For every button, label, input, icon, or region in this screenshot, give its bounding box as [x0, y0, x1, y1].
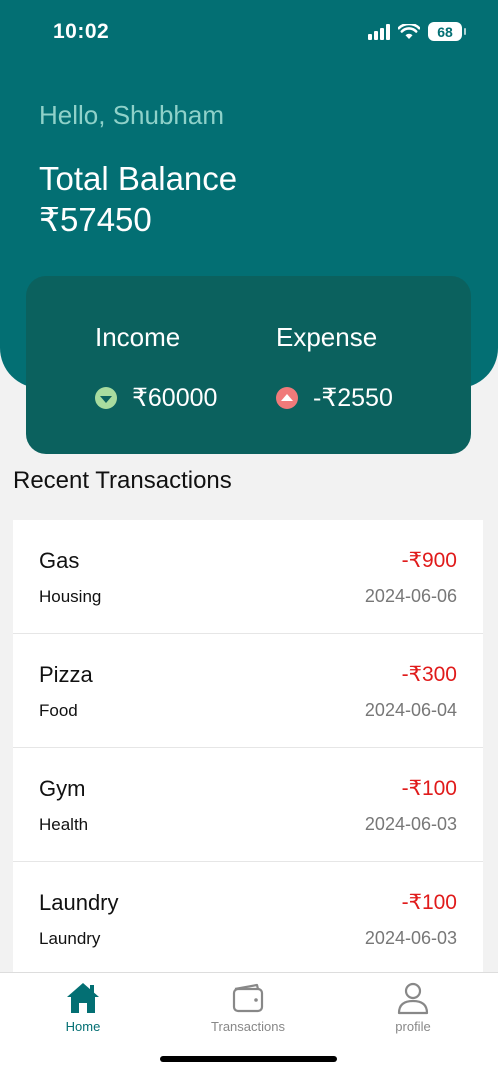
- tab-profile[interactable]: profile: [353, 973, 473, 1034]
- battery-icon: 68: [428, 22, 466, 41]
- transaction-date: 2024-06-03: [364, 928, 457, 948]
- transaction-date: 2024-06-03: [364, 814, 457, 834]
- income-label: Income: [95, 322, 181, 352]
- transaction-row[interactable]: Pizza Food -₹300 2024-06-04: [13, 634, 483, 748]
- status-icons: 68: [368, 22, 466, 41]
- recent-transactions-title: Recent Transactions: [13, 467, 232, 494]
- transaction-amount: -₹100: [401, 891, 457, 914]
- tab-home[interactable]: Home: [23, 973, 143, 1034]
- transaction-amount: -₹100: [401, 777, 457, 800]
- transaction-category: Laundry: [39, 929, 101, 948]
- status-time: 10:02: [53, 20, 110, 43]
- expense-value: -₹2550: [313, 384, 393, 412]
- signal-icon: [368, 23, 390, 40]
- balance-value: ₹57450: [39, 201, 152, 238]
- greeting: Hello, Shubham: [39, 100, 224, 130]
- transaction-name: Laundry: [39, 890, 119, 915]
- income-summary: Income ₹60000: [95, 322, 217, 413]
- transaction-date: 2024-06-06: [364, 586, 457, 606]
- arrow-down-icon: [95, 387, 117, 409]
- person-icon: [397, 982, 429, 1015]
- transaction-row[interactable]: Gas Housing -₹900 2024-06-06: [13, 520, 483, 634]
- status-bar: 10:02 68: [0, 0, 498, 66]
- transaction-name: Gym: [39, 776, 86, 801]
- transaction-category: Food: [39, 701, 78, 720]
- balance-title: Total Balance: [39, 160, 238, 197]
- transaction-amount: -₹900: [401, 549, 457, 572]
- home-indicator[interactable]: [160, 1056, 337, 1062]
- transaction-row[interactable]: Laundry Laundry -₹100 2024-06-03: [13, 862, 483, 972]
- wallet-icon: [232, 983, 264, 1013]
- transaction-row[interactable]: Gym Health -₹100 2024-06-03: [13, 748, 483, 862]
- transaction-category: Health: [39, 815, 89, 834]
- transaction-name: Pizza: [39, 662, 93, 687]
- transaction-category: Housing: [39, 587, 102, 606]
- transaction-date: 2024-06-04: [364, 700, 457, 720]
- tab-home-label: Home: [65, 1019, 101, 1034]
- wifi-icon: [398, 23, 420, 39]
- expense-summary: Expense -₹2550: [276, 322, 393, 413]
- arrow-up-icon: [276, 387, 298, 409]
- tab-profile-label: profile: [395, 1019, 431, 1034]
- home-icon: [67, 983, 99, 1013]
- income-expense-card: Income ₹60000 Expense -₹2550: [26, 276, 471, 454]
- transaction-amount: -₹300: [401, 663, 457, 686]
- income-value: ₹60000: [132, 384, 218, 412]
- transaction-list: Gas Housing -₹900 2024-06-06 Pizza Food …: [13, 520, 483, 972]
- transaction-name: Gas: [39, 548, 80, 573]
- battery-level: 68: [437, 23, 453, 40]
- tab-transactions[interactable]: Transactions: [188, 973, 308, 1034]
- expense-label: Expense: [276, 322, 378, 352]
- tab-transactions-label: Transactions: [211, 1019, 285, 1034]
